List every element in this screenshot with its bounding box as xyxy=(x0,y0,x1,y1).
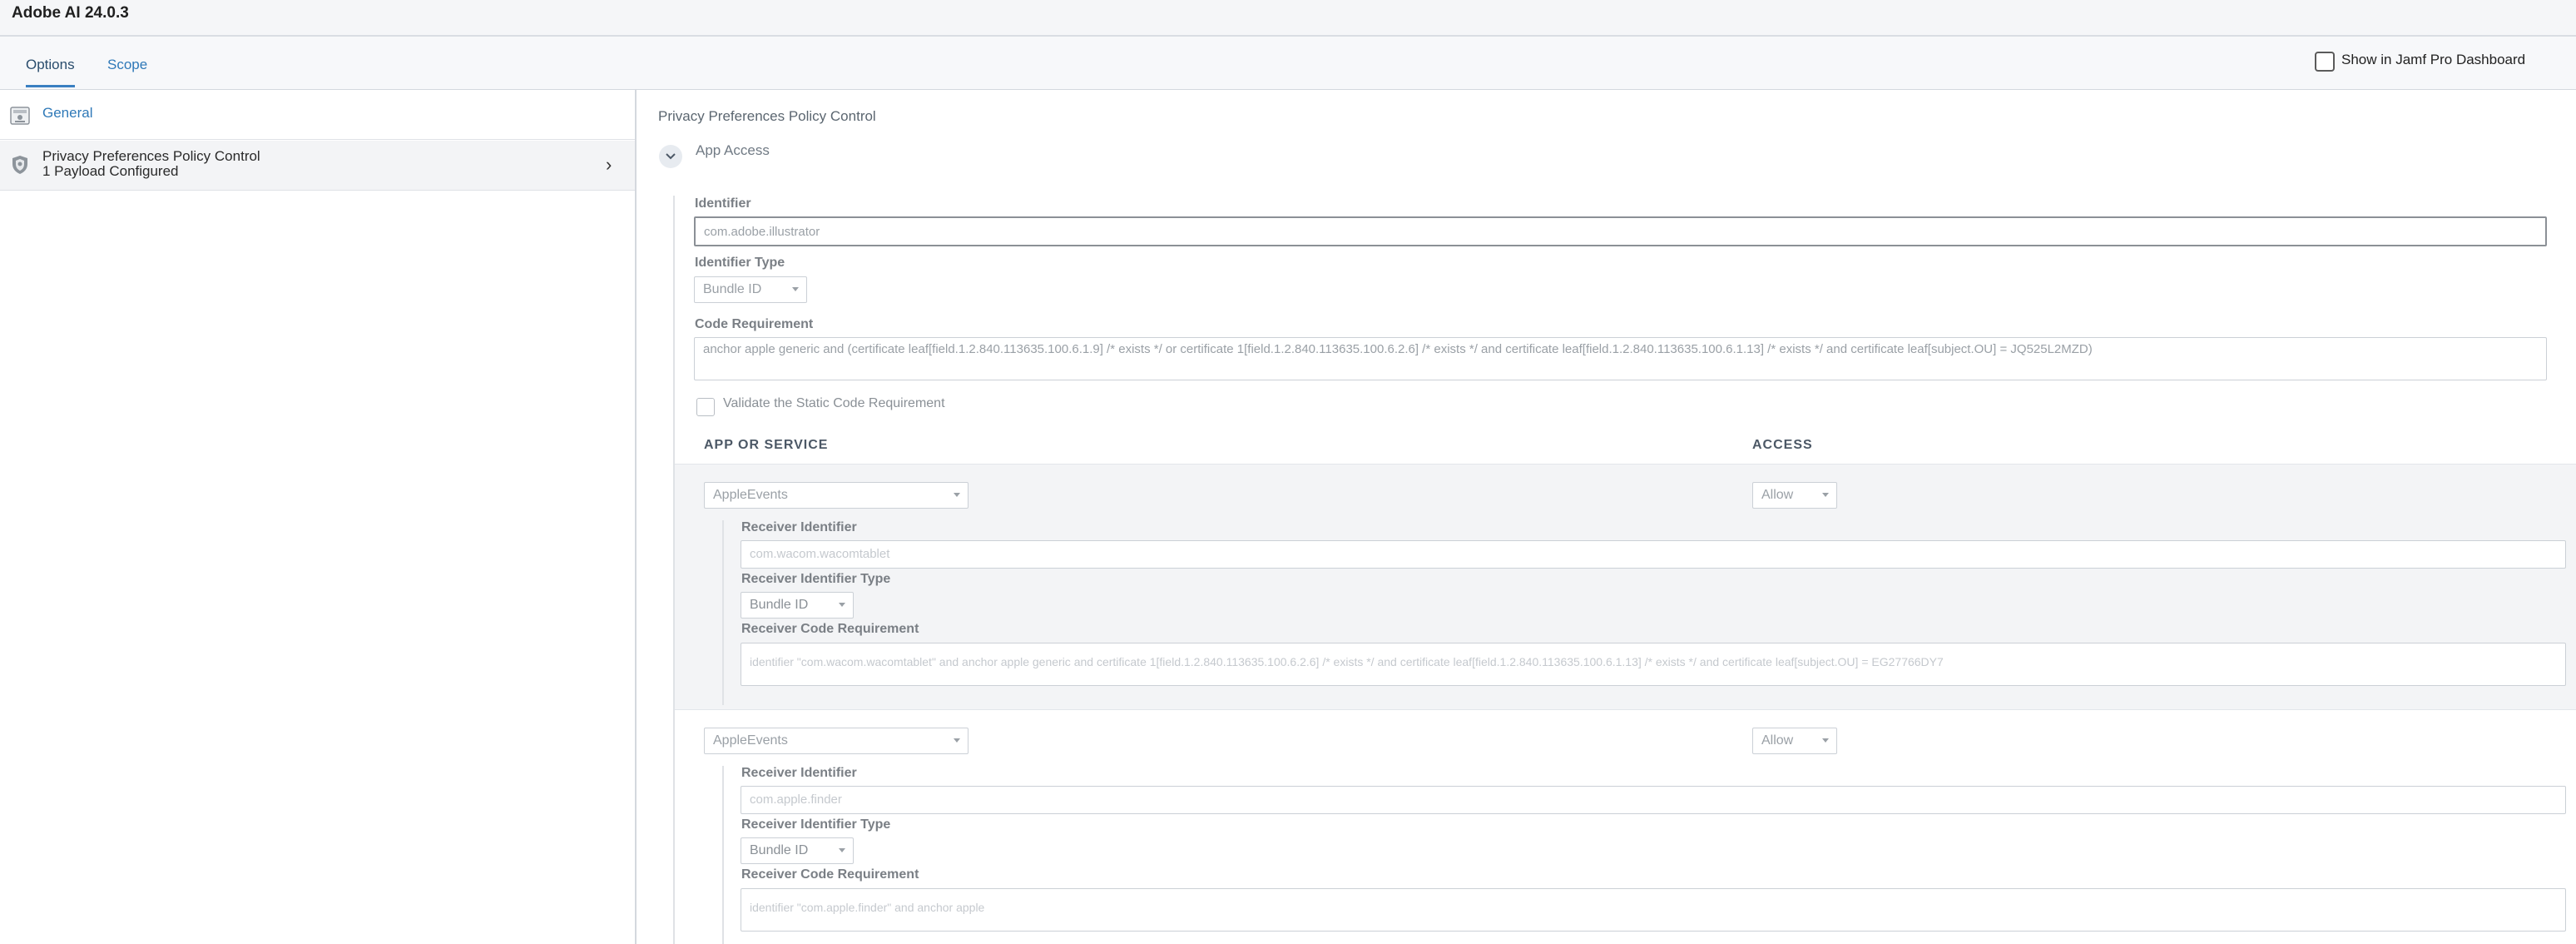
dropdown-caret-icon xyxy=(1822,493,1829,497)
show-in-dashboard-label: Show in Jamf Pro Dashboard xyxy=(2341,52,2526,67)
service-rule xyxy=(722,766,724,944)
access-column-header: ACCESS xyxy=(1752,438,1813,452)
show-in-dashboard-checkbox[interactable] xyxy=(2315,52,2335,72)
identifier-type-select[interactable]: Bundle ID xyxy=(694,276,807,303)
access-value: Allow xyxy=(1761,733,1794,748)
validate-checkbox[interactable] xyxy=(696,398,715,416)
access-value: Allow xyxy=(1761,488,1794,502)
dropdown-caret-icon xyxy=(954,493,960,497)
sidebar-item-ppc-label: Privacy Preferences Policy Control xyxy=(42,148,260,164)
tab-bar: Options Scope xyxy=(0,37,2576,90)
receiver-identifier-label: Receiver Identifier xyxy=(741,520,857,534)
service-row: AppleEvents Allow Receiver Identifier co… xyxy=(675,464,2576,710)
app-or-service-select[interactable]: AppleEvents xyxy=(704,728,968,754)
receiver-identifier-input[interactable]: com.apple.finder xyxy=(741,786,2566,814)
receiver-identifier-type-select[interactable]: Bundle ID xyxy=(741,837,854,864)
receiver-identifier-type-select[interactable]: Bundle ID xyxy=(741,592,854,619)
collapse-section-button[interactable] xyxy=(659,145,682,168)
tab-active-indicator xyxy=(26,85,75,87)
receiver-identifier-type-label: Receiver Identifier Type xyxy=(741,572,891,586)
general-icon xyxy=(10,106,30,126)
tab-options-label: Options xyxy=(26,57,75,72)
sidebar: General Privacy Preferences Policy Contr… xyxy=(0,90,637,944)
identifier-type-label: Identifier Type xyxy=(695,256,785,270)
app-or-service-column-header: APP OR SERVICE xyxy=(704,438,829,452)
window-title: Adobe AI 24.0.3 xyxy=(12,4,129,22)
receiver-code-requirement-label: Receiver Code Requirement xyxy=(741,622,919,636)
dropdown-caret-icon xyxy=(839,603,845,607)
receiver-code-requirement-textarea[interactable]: identifier "com.wacom.wacomtablet" and a… xyxy=(741,643,2566,686)
app-access-section-title: App Access xyxy=(696,142,770,158)
receiver-identifier-input[interactable]: com.wacom.wacomtablet xyxy=(741,540,2566,569)
receiver-identifier-type-value: Bundle ID xyxy=(750,843,809,857)
receiver-code-requirement-label: Receiver Code Requirement xyxy=(741,867,919,882)
access-select[interactable]: Allow xyxy=(1752,482,1837,509)
service-rule xyxy=(722,520,724,705)
app-or-service-select[interactable]: AppleEvents xyxy=(704,482,968,509)
dropdown-caret-icon xyxy=(954,738,960,743)
tab-scope-label: Scope xyxy=(107,57,148,72)
sidebar-item-ppc-sublabel: 1 Payload Configured xyxy=(42,163,179,179)
service-row: AppleEvents Allow Receiver Identifier co… xyxy=(675,711,2576,944)
validate-checkbox-label: Validate the Static Code Requirement xyxy=(723,396,945,410)
app-or-service-value: AppleEvents xyxy=(713,488,788,502)
main-content: Privacy Preferences Policy Control App A… xyxy=(638,90,2576,944)
shield-icon xyxy=(10,155,30,175)
identifier-type-value: Bundle ID xyxy=(703,282,762,296)
title-bar: Adobe AI 24.0.3 xyxy=(0,0,2576,37)
identifier-input[interactable] xyxy=(694,216,2547,246)
chevron-down-icon xyxy=(666,153,676,160)
app-or-service-value: AppleEvents xyxy=(713,733,788,748)
dropdown-caret-icon xyxy=(792,287,799,291)
receiver-identifier-type-value: Bundle ID xyxy=(750,598,809,612)
sidebar-item-general[interactable]: General xyxy=(0,90,635,140)
chevron-right-icon: › xyxy=(606,154,612,175)
code-requirement-label: Code Requirement xyxy=(695,317,814,331)
tab-scope[interactable]: Scope xyxy=(107,57,147,73)
receiver-code-requirement-textarea[interactable]: identifier "com.apple.finder" and anchor… xyxy=(741,888,2566,932)
sidebar-item-ppc[interactable]: Privacy Preferences Policy Control 1 Pay… xyxy=(0,141,635,191)
payload-heading: Privacy Preferences Policy Control xyxy=(658,108,876,124)
access-select[interactable]: Allow xyxy=(1752,728,1837,754)
code-requirement-textarea[interactable]: anchor apple generic and (certificate le… xyxy=(694,337,2547,380)
dropdown-caret-icon xyxy=(839,848,845,852)
tab-options[interactable]: Options xyxy=(26,57,75,87)
receiver-identifier-label: Receiver Identifier xyxy=(741,766,857,780)
sidebar-item-general-label: General xyxy=(42,105,93,121)
dropdown-caret-icon xyxy=(1822,738,1829,743)
receiver-identifier-type-label: Receiver Identifier Type xyxy=(741,817,891,832)
identifier-label: Identifier xyxy=(695,196,751,211)
